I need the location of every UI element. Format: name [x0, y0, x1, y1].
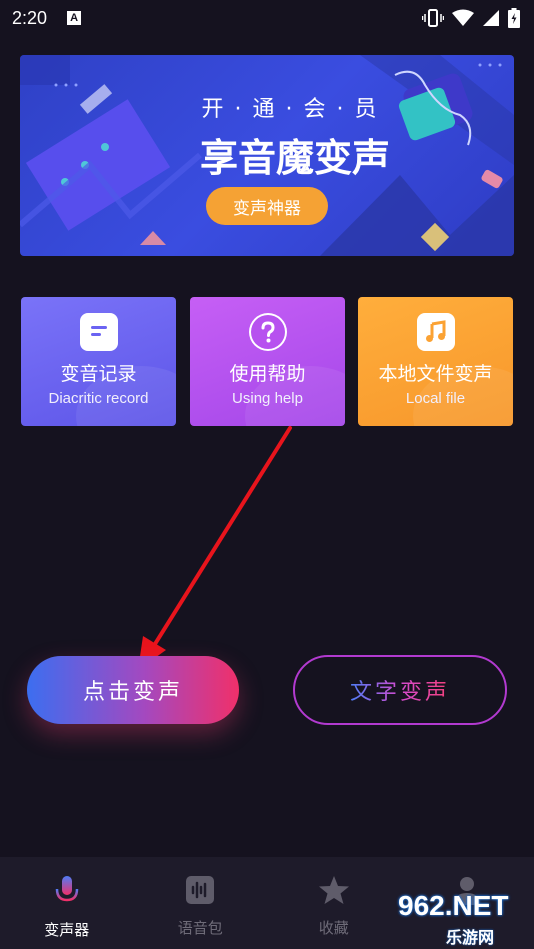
vip-banner[interactable]: 开 · 通 · 会 · 员 享音魔变声 变声神器 — [20, 55, 514, 256]
battery-icon — [508, 8, 520, 28]
watermark-brand: 962.NET — [398, 890, 509, 921]
banner-line2: 享音魔变声 — [200, 136, 391, 180]
card-title: 本地文件变声 — [378, 363, 493, 385]
waveform-icon — [185, 875, 215, 909]
document-icon — [79, 313, 118, 351]
question-icon — [248, 313, 287, 351]
card-subtitle: Local file — [405, 390, 466, 407]
banner-line1: 开 · 通 · 会 · 员 — [201, 97, 379, 122]
text-voice-button[interactable]: 文字变声 — [293, 655, 507, 725]
vibrate-icon — [422, 9, 444, 27]
microphone-icon — [54, 875, 80, 911]
card-title: 变音记录 — [60, 363, 137, 385]
signal-icon — [482, 9, 500, 27]
music-note-icon — [416, 313, 455, 351]
status-icons — [422, 8, 520, 28]
nav-item-voice-changer[interactable]: 变声器 — [0, 857, 134, 949]
star-icon — [318, 875, 350, 909]
nav-item-voice-pack[interactable]: 语音包 — [134, 857, 268, 949]
card-title: 使用帮助 — [229, 363, 306, 385]
wifi-icon — [452, 9, 474, 27]
card-using-help[interactable]: 使用帮助 Using help — [190, 297, 345, 426]
text-voice-label: 文字变声 — [350, 674, 450, 706]
voice-tool-button[interactable]: 变声神器 — [206, 187, 328, 225]
card-voice-record[interactable]: 变音记录 Diacritic record — [21, 297, 176, 426]
watermark-subtitle: 乐游网 — [446, 928, 495, 947]
nav-label: 收藏 — [318, 919, 349, 937]
card-subtitle: Using help — [232, 390, 303, 407]
nav-item-favorites[interactable]: 收藏 — [267, 857, 401, 949]
card-subtitle: Diacritic record — [48, 390, 149, 407]
status-bar: 2:20 A — [0, 0, 534, 36]
card-local-file[interactable]: 本地文件变声 Local file — [358, 297, 513, 426]
status-time: 2:20 — [12, 7, 48, 28]
voice-change-button[interactable]: 点击变声 — [27, 656, 239, 724]
notification-a-icon: A — [67, 11, 82, 25]
watermark-logo: 962.NET 乐游网 — [398, 890, 528, 947]
nav-label: 语音包 — [177, 919, 223, 937]
nav-label: 变声器 — [44, 921, 90, 939]
